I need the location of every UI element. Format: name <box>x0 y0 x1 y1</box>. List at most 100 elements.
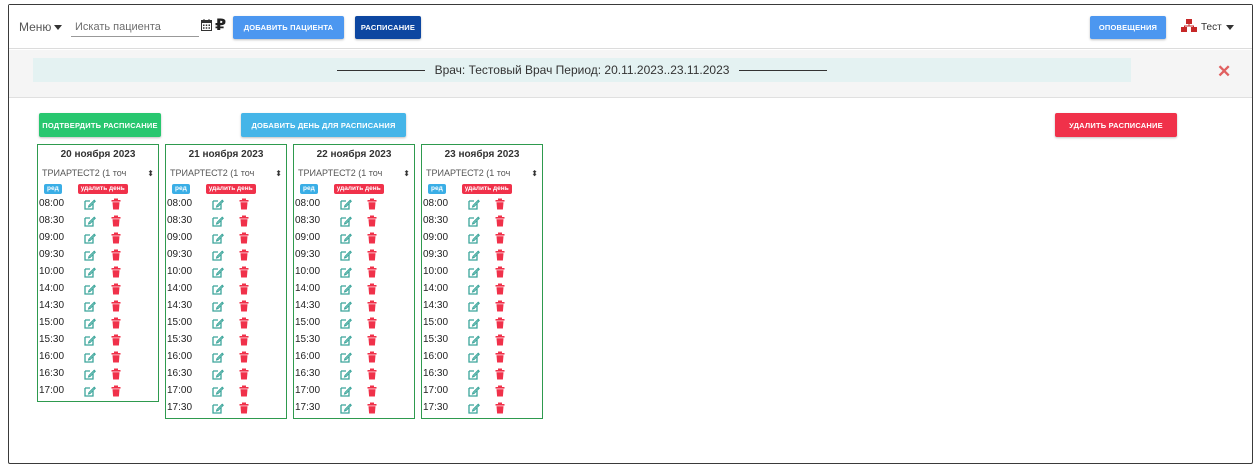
edit-icon[interactable] <box>212 351 224 363</box>
trash-icon[interactable] <box>494 249 506 261</box>
edit-icon[interactable] <box>84 385 96 397</box>
edit-icon[interactable] <box>468 283 480 295</box>
trash-icon[interactable] <box>110 334 122 346</box>
edit-icon[interactable] <box>340 232 352 244</box>
edit-icon[interactable] <box>84 300 96 312</box>
trash-icon[interactable] <box>110 215 122 227</box>
edit-icon[interactable] <box>468 232 480 244</box>
add-day-button[interactable]: ДОБАВИТЬ ДЕНЬ ДЛЯ РАСПИСАНИЯ <box>241 113 406 137</box>
trash-icon[interactable] <box>238 283 250 295</box>
edit-day-tag[interactable]: ред <box>300 183 318 194</box>
clinic-select[interactable]: ТРИАРТЕСТ2 (1 точ ⬍ <box>298 166 410 180</box>
edit-icon[interactable] <box>212 266 224 278</box>
edit-icon[interactable] <box>340 402 352 414</box>
edit-icon[interactable] <box>468 351 480 363</box>
edit-icon[interactable] <box>468 300 480 312</box>
edit-icon[interactable] <box>340 351 352 363</box>
edit-icon[interactable] <box>340 198 352 210</box>
ruble-icon[interactable]: ₽ <box>215 17 226 33</box>
edit-icon[interactable] <box>84 266 96 278</box>
edit-icon[interactable] <box>212 385 224 397</box>
edit-icon[interactable] <box>84 283 96 295</box>
delete-day-tag[interactable]: удалить день <box>205 183 256 194</box>
edit-icon[interactable] <box>468 249 480 261</box>
trash-icon[interactable] <box>110 249 122 261</box>
edit-icon[interactable] <box>212 249 224 261</box>
trash-icon[interactable] <box>110 266 122 278</box>
trash-icon[interactable] <box>110 368 122 380</box>
edit-icon[interactable] <box>84 334 96 346</box>
trash-icon[interactable] <box>110 283 122 295</box>
trash-icon[interactable] <box>494 283 506 295</box>
trash-icon[interactable] <box>366 198 378 210</box>
trash-icon[interactable] <box>366 283 378 295</box>
trash-icon[interactable] <box>366 385 378 397</box>
clinic-select[interactable]: ТРИАРТЕСТ2 (1 точ ⬍ <box>426 166 538 180</box>
trash-icon[interactable] <box>366 317 378 329</box>
edit-icon[interactable] <box>212 368 224 380</box>
edit-icon[interactable] <box>84 198 96 210</box>
trash-icon[interactable] <box>238 198 250 210</box>
edit-icon[interactable] <box>212 232 224 244</box>
edit-icon[interactable] <box>84 215 96 227</box>
edit-icon[interactable] <box>340 368 352 380</box>
edit-icon[interactable] <box>340 317 352 329</box>
edit-icon[interactable] <box>212 300 224 312</box>
delete-schedule-button[interactable]: УДАЛИТЬ РАСПИСАНИЕ <box>1055 113 1177 137</box>
trash-icon[interactable] <box>238 266 250 278</box>
edit-icon[interactable] <box>212 334 224 346</box>
edit-icon[interactable] <box>340 215 352 227</box>
trash-icon[interactable] <box>494 385 506 397</box>
edit-day-tag[interactable]: ред <box>428 183 446 194</box>
trash-icon[interactable] <box>366 368 378 380</box>
edit-icon[interactable] <box>468 266 480 278</box>
trash-icon[interactable] <box>238 334 250 346</box>
edit-icon[interactable] <box>468 215 480 227</box>
delete-day-tag[interactable]: удалить день <box>461 183 512 194</box>
trash-icon[interactable] <box>366 334 378 346</box>
trash-icon[interactable] <box>238 402 250 414</box>
trash-icon[interactable] <box>110 300 122 312</box>
trash-icon[interactable] <box>366 249 378 261</box>
trash-icon[interactable] <box>366 266 378 278</box>
trash-icon[interactable] <box>494 215 506 227</box>
trash-icon[interactable] <box>494 232 506 244</box>
calendar-icon[interactable] <box>201 19 212 31</box>
clinic-select[interactable]: ТРИАРТЕСТ2 (1 точ ⬍ <box>42 166 154 180</box>
trash-icon[interactable] <box>110 385 122 397</box>
patient-search-input[interactable] <box>71 17 199 37</box>
trash-icon[interactable] <box>110 232 122 244</box>
edit-icon[interactable] <box>468 198 480 210</box>
schedule-button[interactable]: РАСПИСАНИЕ <box>355 16 421 39</box>
trash-icon[interactable] <box>494 317 506 329</box>
edit-icon[interactable] <box>340 385 352 397</box>
add-patient-button[interactable]: ДОБАВИТЬ ПАЦИЕНТА <box>233 16 344 39</box>
edit-icon[interactable] <box>468 368 480 380</box>
edit-icon[interactable] <box>340 249 352 261</box>
menu-dropdown[interactable]: Меню <box>19 20 63 34</box>
trash-icon[interactable] <box>238 232 250 244</box>
trash-icon[interactable] <box>238 215 250 227</box>
alerts-button[interactable]: ОПОВЕЩЕНИЯ <box>1090 16 1166 39</box>
edit-icon[interactable] <box>212 283 224 295</box>
trash-icon[interactable] <box>238 300 250 312</box>
edit-icon[interactable] <box>84 232 96 244</box>
clinic-select[interactable]: ТРИАРТЕСТ2 (1 точ ⬍ <box>170 166 282 180</box>
trash-icon[interactable] <box>366 215 378 227</box>
delete-day-tag[interactable]: удалить день <box>333 183 384 194</box>
edit-icon[interactable] <box>84 351 96 363</box>
edit-icon[interactable] <box>84 249 96 261</box>
edit-icon[interactable] <box>468 317 480 329</box>
edit-icon[interactable] <box>84 317 96 329</box>
trash-icon[interactable] <box>366 402 378 414</box>
edit-icon[interactable] <box>84 368 96 380</box>
delete-day-tag[interactable]: удалить день <box>77 183 128 194</box>
trash-icon[interactable] <box>238 317 250 329</box>
trash-icon[interactable] <box>238 368 250 380</box>
confirm-schedule-button[interactable]: ПОДТВЕРДИТЬ РАСПИСАНИЕ <box>39 113 161 137</box>
trash-icon[interactable] <box>238 385 250 397</box>
trash-icon[interactable] <box>110 198 122 210</box>
trash-icon[interactable] <box>494 266 506 278</box>
trash-icon[interactable] <box>494 300 506 312</box>
edit-day-tag[interactable]: ред <box>44 183 62 194</box>
